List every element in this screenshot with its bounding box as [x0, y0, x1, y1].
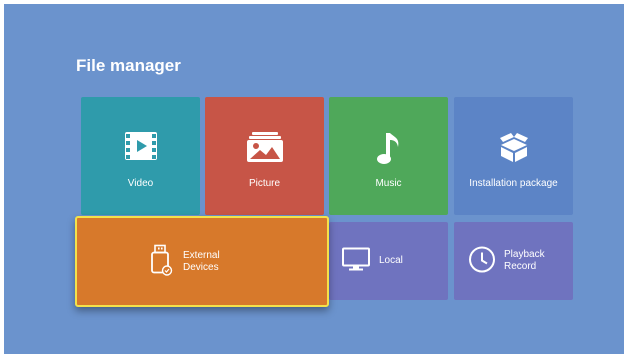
page-title: File manager [76, 56, 181, 75]
package-box-icon [497, 131, 531, 166]
usb-drive-icon [149, 244, 173, 279]
file-manager-screen: File manager Video Picture Music Install… [4, 4, 624, 354]
video-tile[interactable]: Video [81, 97, 200, 215]
playback-record-label: Playback Record [504, 249, 545, 273]
monitor-icon [341, 247, 371, 276]
picture-label: Picture [248, 178, 281, 189]
installation-package-label: Installation package [469, 178, 558, 189]
picture-tile[interactable]: Picture [205, 97, 324, 215]
external-devices-label: External Devices [183, 250, 220, 274]
clock-icon [468, 246, 496, 277]
music-tile[interactable]: Music [329, 97, 448, 215]
picture-icon [246, 131, 284, 166]
local-tile[interactable]: Local [329, 222, 448, 300]
external-devices-line1: External [183, 249, 220, 261]
external-devices-line2: Devices [183, 261, 219, 273]
film-play-icon [124, 131, 158, 164]
installation-package-tile[interactable]: Installation package [454, 97, 573, 215]
music-label: Music [375, 178, 402, 189]
playback-record-line1: Playback [504, 249, 545, 260]
external-devices-tile[interactable]: External Devices [75, 216, 329, 307]
local-label: Local [379, 255, 403, 266]
playback-record-tile[interactable]: Playback Record [454, 222, 573, 300]
music-note-icon [376, 131, 402, 168]
video-label: Video [127, 178, 154, 189]
playback-record-line2: Record [504, 261, 537, 272]
